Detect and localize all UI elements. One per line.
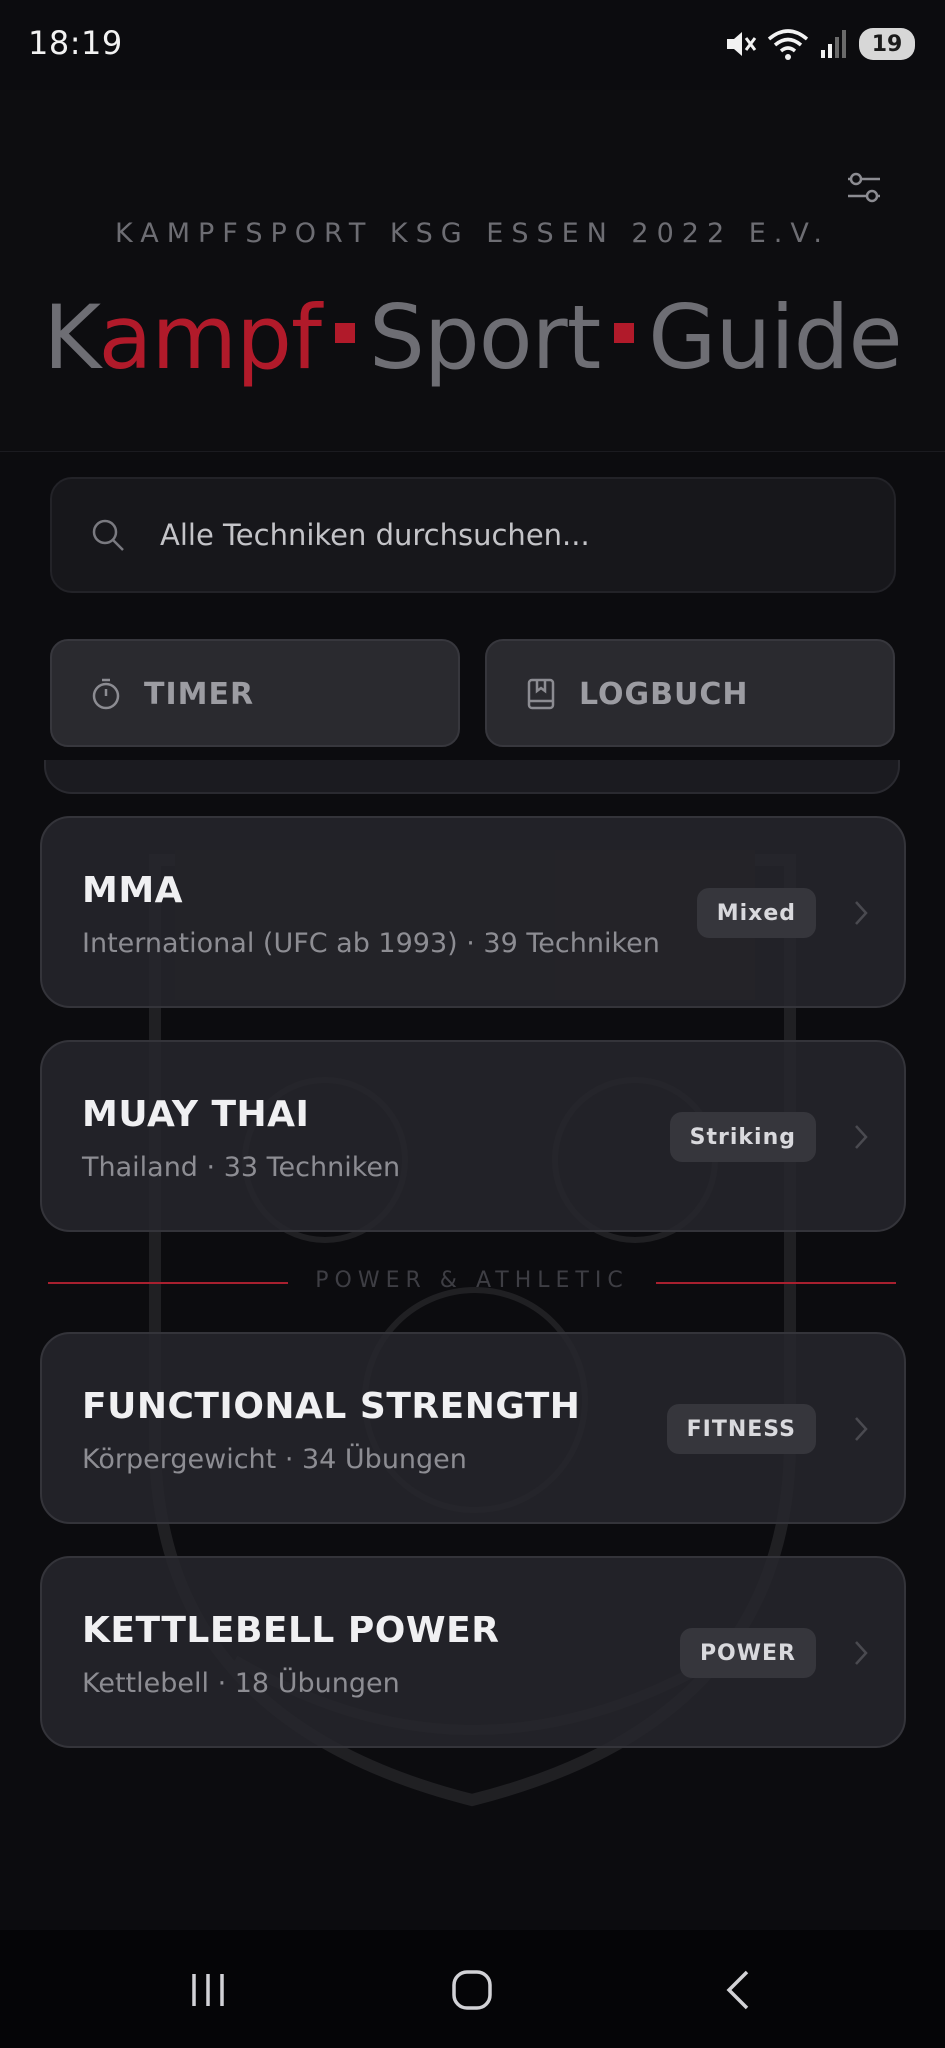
timer-button[interactable]: TIMER [50,639,460,747]
divider-line [656,1282,896,1284]
card-title: MMA [82,870,184,911]
signal-icon [821,30,846,58]
chevron-right-icon [855,1641,868,1665]
category-badge: POWER [679,1628,816,1678]
sport-card-mma[interactable]: MMA International (UFC ab 1993) · 39 Tec… [40,816,906,1008]
title-separator [614,323,635,344]
title-word-guide: Guide [648,286,902,389]
sport-card-functional-strength[interactable]: FUNCTIONAL STRENGTH Körpergewicht · 34 Ü… [40,1332,906,1524]
stopwatch-icon [92,678,120,710]
recent-apps-icon [192,1974,224,2006]
system-nav-bar [0,1930,945,2048]
back-button[interactable] [703,1960,773,2020]
status-bar: 18:19 19 [0,0,945,90]
search-box[interactable] [50,477,896,593]
category-badge: Mixed [696,888,816,938]
title-letter-k: K [43,286,99,389]
title-word-sport: Sport [369,286,601,389]
card-subtitle: Thailand · 33 Techniken [82,1152,401,1183]
recent-apps-button[interactable] [173,1960,243,2020]
home-icon [452,1970,492,2010]
search-icon [92,519,124,551]
title-word-kampf: ampf [98,286,322,389]
card-title: FUNCTIONAL STRENGTH [82,1386,581,1427]
back-icon [726,1970,749,2010]
club-name: KAMPFSPORT KSG ESSEN 2022 E.V. [115,218,830,249]
partial-card[interactable] [44,760,900,794]
wifi-icon [767,29,809,60]
category-badge: Striking [669,1112,816,1162]
app-header: KAMPFSPORT KSG ESSEN 2022 E.V. Kampf Spor… [0,90,945,452]
logbuch-button[interactable]: LOGBUCH [485,639,895,747]
card-subtitle: Kettlebell · 18 Übungen [82,1668,400,1699]
sport-list[interactable]: MMA International (UFC ab 1993) · 39 Tec… [0,760,945,1930]
status-time: 18:19 [28,24,123,62]
battery-indicator: 19 [859,28,915,60]
sport-card-muay-thai[interactable]: MUAY THAI Thailand · 33 Techniken Striki… [40,1040,906,1232]
home-button[interactable] [437,1960,507,2020]
logbuch-label: LOGBUCH [579,677,749,712]
app-title: Kampf Sport Guide [0,294,945,382]
timer-label: TIMER [144,677,255,712]
card-title: KETTLEBELL POWER [82,1610,500,1651]
mute-icon [727,32,757,56]
app-screen: 18:19 19 KAMPFSPORT KSG ESSEN 2022 E.V. … [0,0,945,2048]
section-label: POWER & ATHLETIC [315,1268,629,1293]
title-separator [335,323,355,344]
book-icon [527,678,555,710]
status-icons: 19 [723,24,915,64]
chevron-right-icon [855,901,868,925]
card-subtitle: International (UFC ab 1993) · 39 Technik… [82,928,660,959]
card-subtitle: Körpergewicht · 34 Übungen [82,1444,467,1475]
chevron-right-icon [855,1417,868,1441]
search-input[interactable] [160,479,860,591]
chevron-right-icon [855,1125,868,1149]
sliders-icon[interactable] [846,170,882,206]
category-badge: FITNESS [666,1404,816,1454]
sport-card-kettlebell-power[interactable]: KETTLEBELL POWER Kettlebell · 18 Übungen… [40,1556,906,1748]
card-title: MUAY THAI [82,1094,310,1135]
section-divider: POWER & ATHLETIC [48,1262,896,1302]
